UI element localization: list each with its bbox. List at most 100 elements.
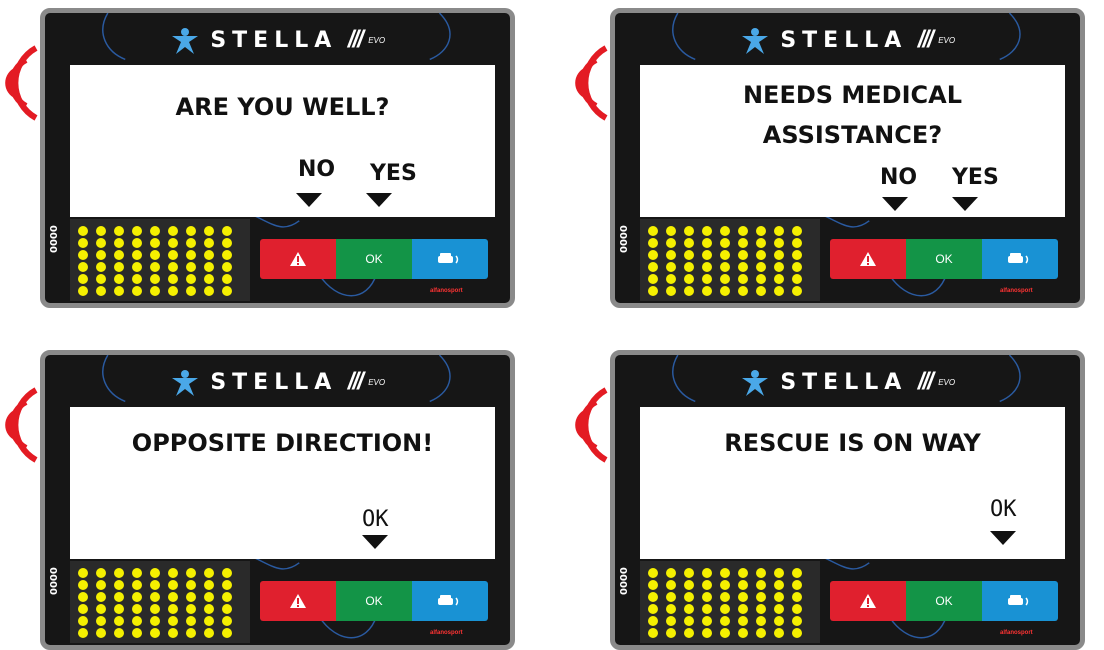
- led-dot: [666, 286, 676, 296]
- serial-number: 0000: [619, 567, 630, 595]
- message-screen: OPPOSITE DIRECTION! OK: [70, 407, 495, 559]
- led-dot: [150, 568, 160, 578]
- led-dot: [738, 604, 748, 614]
- led-dot: [204, 604, 214, 614]
- led-matrix: [640, 561, 820, 643]
- option-no[interactable]: NO: [880, 165, 917, 190]
- led-matrix: [70, 219, 250, 301]
- led-dot: [132, 250, 142, 260]
- led-dot: [666, 238, 676, 248]
- button-bar: OK: [830, 239, 1058, 279]
- vehicle-signal-button[interactable]: [412, 581, 488, 621]
- led-dot: [204, 274, 214, 284]
- led-dot: [168, 592, 178, 602]
- led-dot: [96, 628, 106, 638]
- maker-logo: alfanosport: [1000, 630, 1033, 636]
- device-frame: STELLA /// EVO OPPOSITE DIRECTION! OK 00…: [40, 350, 515, 650]
- led-dot: [96, 286, 106, 296]
- led-dot: [720, 628, 730, 638]
- option-yes[interactable]: YES: [370, 161, 417, 186]
- led-dot: [666, 604, 676, 614]
- led-dot: [222, 274, 232, 284]
- ok-button[interactable]: OK: [906, 581, 982, 621]
- led-dot: [132, 238, 142, 248]
- led-dot: [150, 250, 160, 260]
- led-dot: [78, 262, 88, 272]
- led-dot: [78, 592, 88, 602]
- led-dot: [222, 238, 232, 248]
- led-dot: [78, 580, 88, 590]
- led-dot: [720, 616, 730, 626]
- led-dot: [96, 568, 106, 578]
- button-bar: OK: [260, 581, 488, 621]
- led-dot: [96, 238, 106, 248]
- message-screen: RESCUE IS ON WAY OK: [640, 407, 1065, 559]
- option-no[interactable]: NO: [298, 157, 335, 182]
- brand-name: STELLA: [210, 369, 338, 395]
- led-dot: [792, 262, 802, 272]
- led-dot: [114, 592, 124, 602]
- alert-button[interactable]: [260, 239, 336, 279]
- serial-number: 0000: [619, 225, 630, 253]
- brand-series: ///: [917, 26, 934, 53]
- led-dot: [648, 592, 658, 602]
- led-dot: [666, 628, 676, 638]
- arrow-down-icon: [990, 531, 1016, 545]
- stella-unit-4: STELLA /// EVO RESCUE IS ON WAY OK 0000: [575, 350, 1085, 650]
- ok-button[interactable]: OK: [906, 239, 982, 279]
- led-dot: [648, 568, 658, 578]
- led-dot: [648, 238, 658, 248]
- led-dot: [756, 274, 766, 284]
- led-dot: [222, 286, 232, 296]
- vehicle-signal-button[interactable]: [982, 581, 1058, 621]
- led-dot: [666, 226, 676, 236]
- option-yes[interactable]: YES: [952, 165, 999, 190]
- led-dot: [96, 262, 106, 272]
- led-dot: [204, 616, 214, 626]
- car-signal-icon: [1008, 595, 1029, 606]
- vehicle-signal-button[interactable]: [982, 239, 1058, 279]
- ok-button-label: OK: [935, 594, 953, 608]
- star-person-icon: [741, 370, 768, 396]
- brand-edition: EVO: [938, 35, 956, 45]
- led-dot: [774, 226, 784, 236]
- led-dot: [168, 286, 178, 296]
- device-frame: STELLA /// EVO ARE YOU WELL? NO YES 0000: [40, 8, 515, 308]
- alert-button[interactable]: [830, 239, 906, 279]
- vehicle-signal-button[interactable]: [412, 239, 488, 279]
- led-dot: [666, 580, 676, 590]
- led-dot: [150, 628, 160, 638]
- led-dot: [114, 616, 124, 626]
- car-signal-icon: [1008, 253, 1029, 264]
- led-dot: [222, 568, 232, 578]
- ok-button-label: OK: [935, 252, 953, 266]
- led-dot: [132, 226, 142, 236]
- led-dot: [702, 628, 712, 638]
- led-dot: [78, 226, 88, 236]
- ok-button[interactable]: OK: [336, 581, 412, 621]
- alert-button[interactable]: [260, 581, 336, 621]
- led-dot: [150, 274, 160, 284]
- led-dot: [738, 628, 748, 638]
- arrow-down-icon: [362, 535, 388, 549]
- led-dot: [150, 604, 160, 614]
- led-dot: [756, 262, 766, 272]
- stella-logo: STELLA /// EVO: [615, 367, 1080, 407]
- brand-edition: EVO: [368, 377, 386, 387]
- led-dot: [792, 274, 802, 284]
- led-dot: [114, 580, 124, 590]
- option-ok[interactable]: OK: [362, 507, 389, 532]
- alert-button[interactable]: [830, 581, 906, 621]
- led-dot: [186, 604, 196, 614]
- led-grid: [74, 567, 236, 639]
- ok-button[interactable]: OK: [336, 239, 412, 279]
- led-dot: [150, 592, 160, 602]
- arrow-down-icon: [366, 193, 392, 207]
- device-frame: STELLA /// EVO RESCUE IS ON WAY OK 0000: [610, 350, 1085, 650]
- led-dot: [648, 286, 658, 296]
- led-dot: [666, 262, 676, 272]
- option-ok[interactable]: OK: [990, 497, 1017, 522]
- led-dot: [774, 592, 784, 602]
- ok-button-label: OK: [365, 594, 383, 608]
- led-dot: [96, 580, 106, 590]
